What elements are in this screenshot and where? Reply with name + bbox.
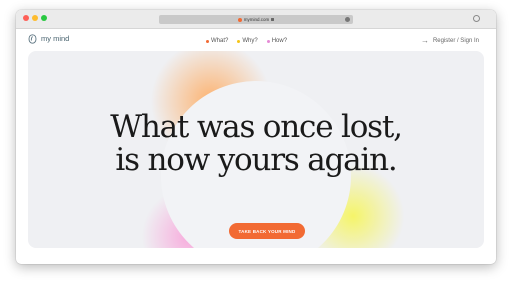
reload-icon[interactable] — [345, 17, 350, 22]
main-nav: What? Why? How? — [206, 38, 287, 44]
nav-item-label: How? — [271, 38, 288, 44]
nav-dot-icon — [237, 39, 241, 43]
site-favicon-icon — [237, 17, 242, 22]
hero-headline: What was once lost, is now yours again. — [28, 111, 484, 177]
logo[interactable]: my mind — [28, 34, 69, 44]
nav-item-label: Why? — [242, 38, 258, 44]
logo-icon — [28, 34, 37, 44]
browser-titlebar: mymind.com — [16, 10, 496, 29]
arrow-right-icon: → — [420, 36, 429, 45]
take-back-your-mind-button[interactable]: TAKE BACK YOUR MIND — [229, 223, 305, 239]
close-window-button[interactable] — [23, 15, 29, 21]
nav-item-label: What? — [211, 38, 229, 44]
minimize-window-button[interactable] — [32, 15, 38, 21]
register-sign-in-link[interactable]: → Register / Sign In — [420, 36, 479, 45]
nav-item-how[interactable]: How? — [266, 38, 288, 44]
register-label: Register / Sign In — [432, 38, 479, 44]
zoom-window-button[interactable] — [41, 15, 47, 21]
address-bar-url: mymind.com — [243, 17, 270, 22]
nav-dot-icon — [266, 39, 270, 43]
address-bar[interactable]: mymind.com — [159, 15, 353, 24]
nav-dot-icon — [206, 39, 209, 43]
downloads-icon[interactable] — [473, 15, 480, 22]
headline-line-2: is now yours again. — [115, 142, 397, 178]
logo-text: my mind — [41, 34, 70, 43]
hero-section: What was once lost, is now yours again. … — [28, 51, 484, 248]
nav-item-what[interactable]: What? — [206, 38, 228, 44]
nav-item-why[interactable]: Why? — [237, 38, 258, 44]
site-header: my mind What? Why? How? → Register / Sig… — [16, 29, 496, 53]
headline-line-1: What was once lost, — [110, 109, 403, 145]
lock-icon — [271, 18, 275, 21]
browser-window: mymind.com my mind What? Why? How? → Reg… — [16, 10, 496, 264]
